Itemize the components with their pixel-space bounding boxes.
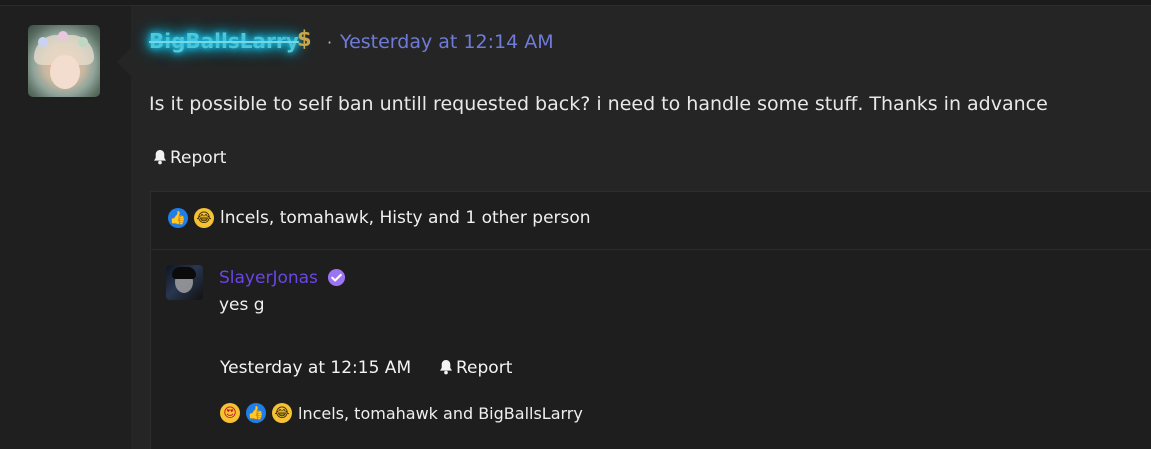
forum-post-page: BigBallsLarry $ · Yesterday at 12:14 AM …	[0, 0, 1151, 449]
crying-laughing-icon: 😂	[194, 208, 214, 228]
meta-separator: ·	[327, 33, 333, 52]
crying-laughing-icon: 😂	[272, 403, 292, 423]
reply-report-button[interactable]: Report	[439, 358, 512, 378]
like-icon: 👍	[168, 208, 188, 228]
reply-timestamp[interactable]: Yesterday at 12:15 AM	[220, 358, 411, 378]
reply-divider	[150, 249, 1151, 250]
post-message: Is it possible to self ban untill reques…	[149, 93, 1048, 115]
reply-avatar[interactable]	[166, 265, 203, 300]
reply-report-label: Report	[456, 358, 513, 378]
reply-reactions-text[interactable]: lncels, tomahawk and BigBallsLarry	[298, 404, 583, 423]
verified-badge-icon	[327, 268, 346, 287]
reply-reactions[interactable]: 😍 👍 😂 lncels, tomahawk and BigBallsLarry	[220, 403, 583, 423]
reply-message: yes g	[219, 295, 265, 315]
post-reactions-text[interactable]: lncels, tomahawk, Histy and 1 other pers…	[220, 208, 591, 228]
author-username[interactable]: BigBallsLarry	[149, 29, 299, 53]
post-reactions[interactable]: 👍 😂 lncels, tomahawk, Histy and 1 other …	[168, 208, 591, 228]
report-label: Report	[170, 148, 227, 168]
like-icon: 👍	[246, 403, 266, 423]
post-timestamp[interactable]: Yesterday at 12:14 AM	[340, 31, 554, 53]
card-arrow	[117, 48, 131, 76]
bell-icon	[154, 150, 166, 165]
heart-eyes-icon: 😍	[220, 403, 240, 423]
report-button[interactable]: Report	[153, 148, 226, 168]
dollar-icon: $	[297, 27, 312, 51]
reply-username[interactable]: SlayerJonas	[219, 268, 318, 288]
bell-icon	[440, 360, 452, 375]
author-avatar[interactable]	[28, 25, 100, 97]
